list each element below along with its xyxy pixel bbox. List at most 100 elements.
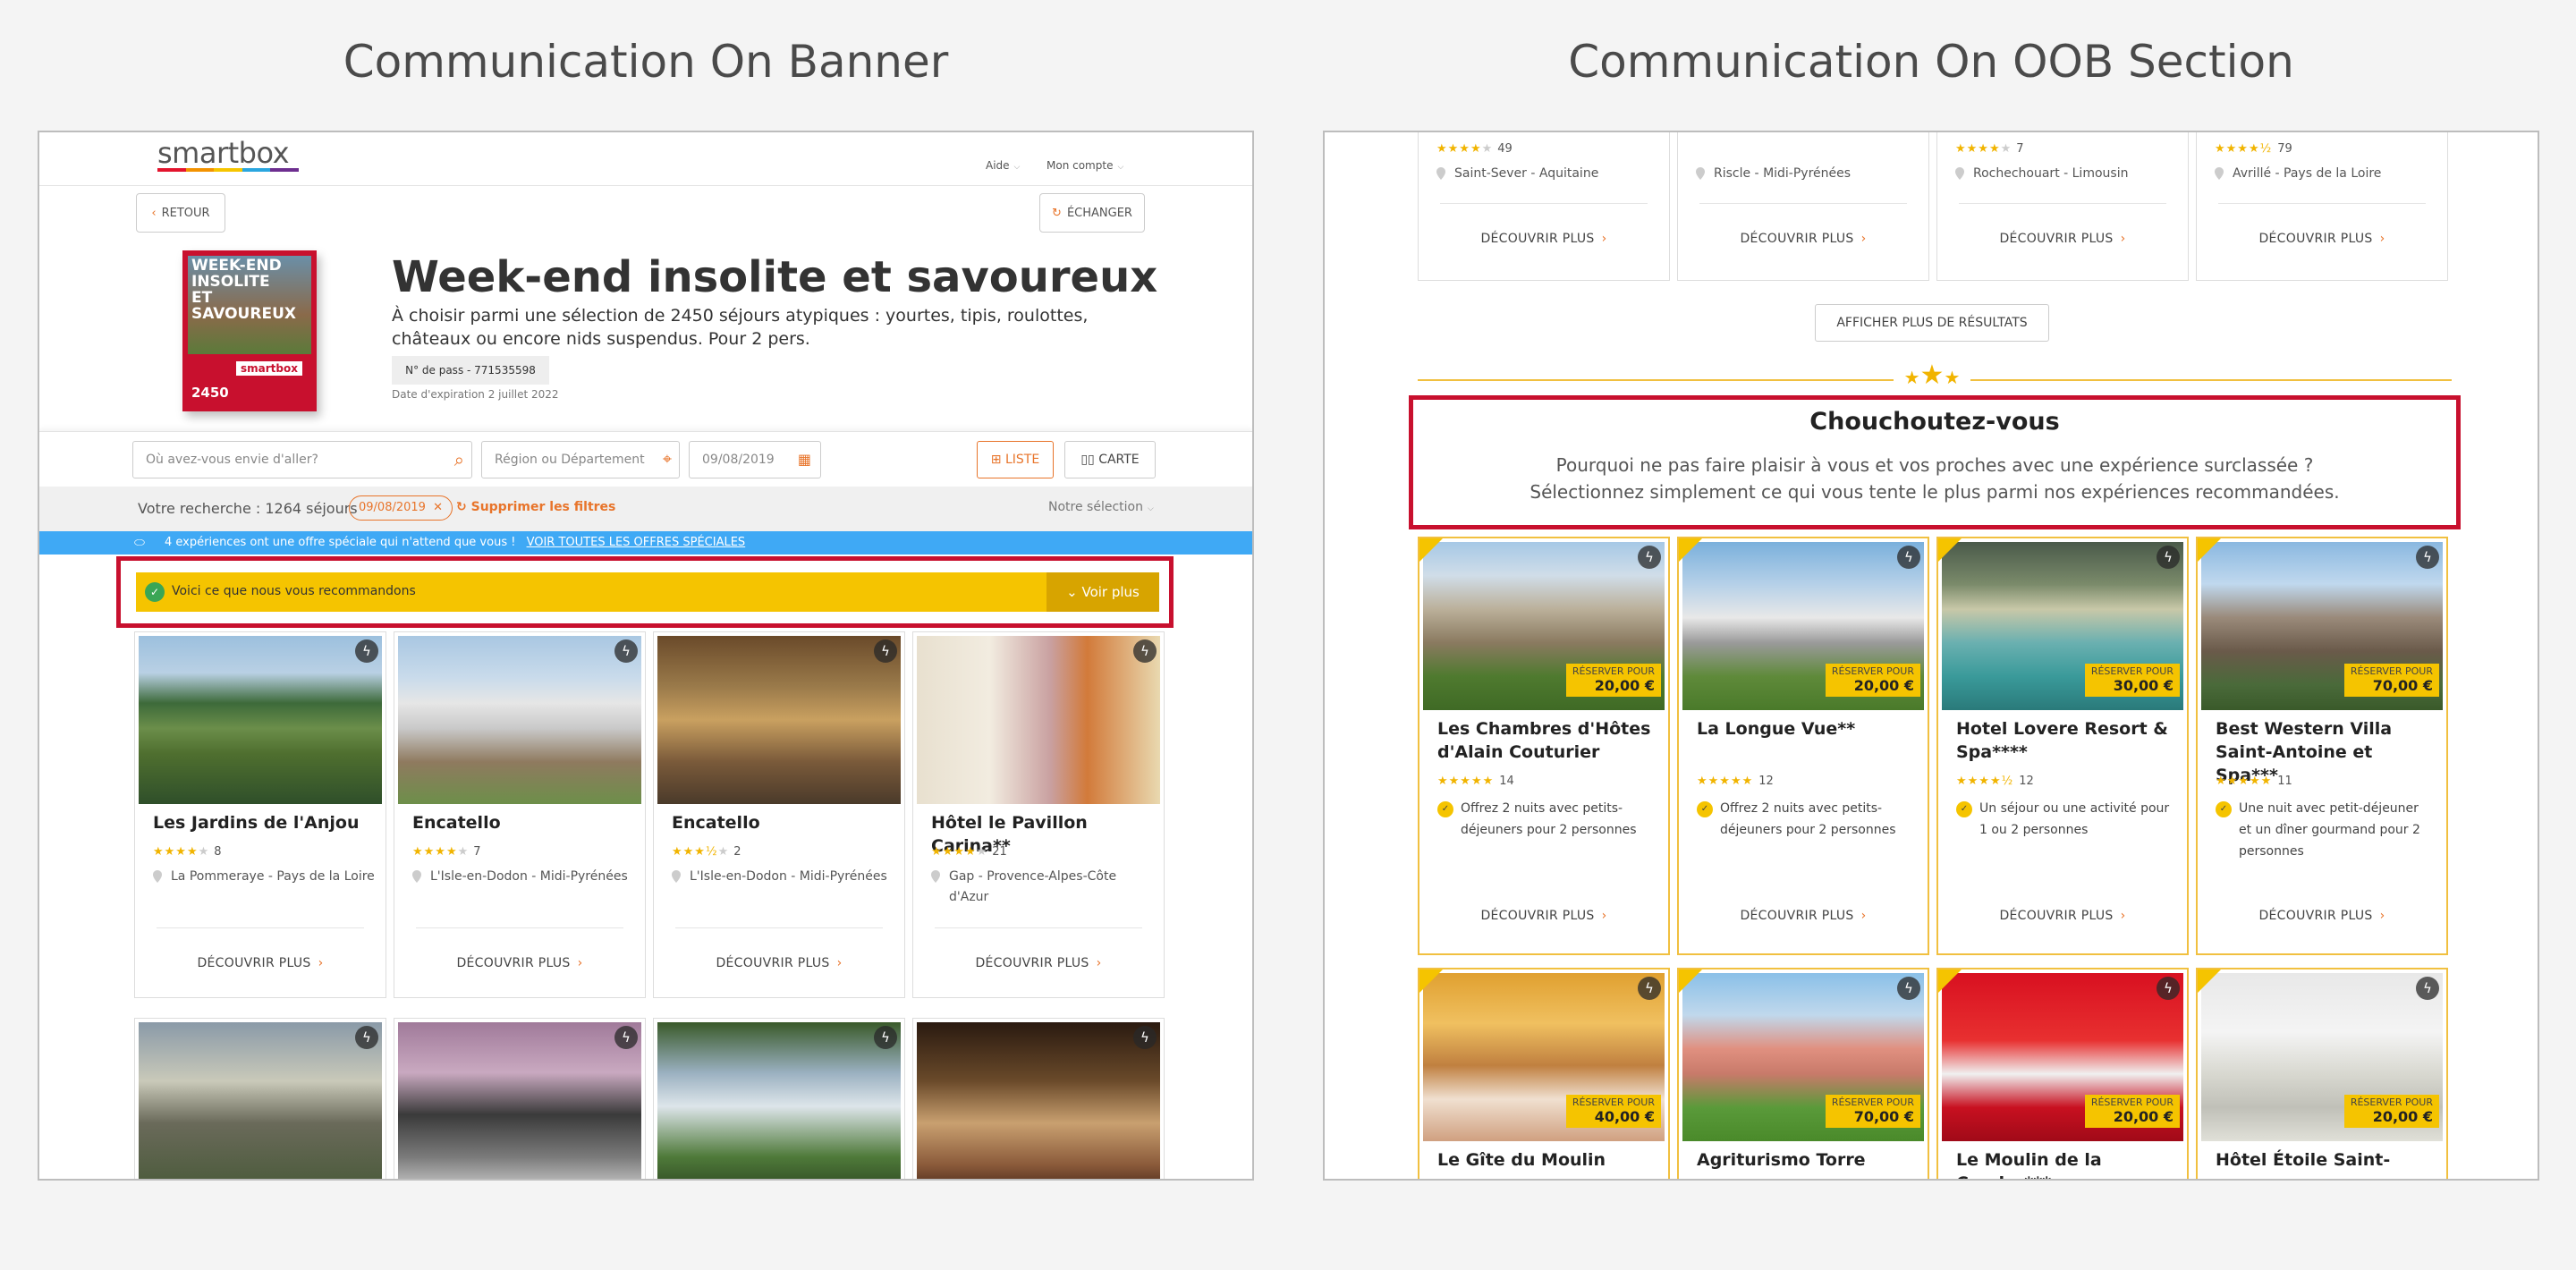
location-text: L'Isle-en-Dodon - Midi-Pyrénées	[690, 869, 887, 884]
offer-text: Offrez 2 nuits avec petits-déjeuners pou…	[1720, 801, 1896, 837]
nav-aide[interactable]: Aide ⌵	[986, 159, 1020, 172]
result-card[interactable]: Riscle - Midi-Pyrénées DÉCOUVRIR PLUS ›	[1677, 132, 1929, 281]
discover-link[interactable]: DÉCOUVRIR PLUS ›	[2197, 232, 2447, 246]
results-bar: Votre recherche : 1264 séjours 09/08/201…	[39, 487, 1252, 531]
star-rating: ★★★★★ 7	[1955, 142, 2024, 156]
card-title: Encatello	[672, 813, 760, 833]
chevron-right-icon: ›	[836, 956, 843, 970]
location: Avrillé - Pays de la Loire	[2215, 164, 2436, 184]
oob-card[interactable]: ϟ RÉSERVER POUR20,00 € Le Moulin de la C…	[1936, 968, 2189, 1179]
special-offers-link[interactable]: VOIR TOUTES LES OFFRES SPÉCIALES	[527, 536, 746, 549]
show-more-results-button[interactable]: AFFICHER PLUS DE RÉSULTATS	[1815, 304, 2049, 342]
discover-link[interactable]: DÉCOUVRIR PLUS ›	[2198, 909, 2446, 923]
result-card[interactable]: ϟ	[134, 1018, 386, 1179]
flash-icon: ϟ	[1897, 546, 1920, 569]
discover-label: DÉCOUVRIR PLUS	[1999, 909, 2114, 923]
sort-dropdown[interactable]: Notre sélection ⌵	[1048, 500, 1154, 514]
price-label: RÉSERVER POUR	[2350, 665, 2433, 677]
search-bar: Où avez-vous envie d'aller? ⌕ Région ou D…	[39, 431, 1252, 487]
map-view-button[interactable]: ▯▯ CARTE	[1064, 441, 1156, 478]
destination-input[interactable]: Où avez-vous envie d'aller? ⌕	[132, 441, 472, 478]
product-title: Week-end insolite et savoureux	[392, 252, 1158, 302]
price-badge: RÉSERVER POUR 20,00 €	[1565, 664, 1661, 697]
result-card[interactable]: ϟ Hôtel le Pavillon Carina** ★★★★★ 21 Gap…	[912, 631, 1165, 998]
offer-text: Une nuit avec petit-déjeuner et un dîner…	[2239, 801, 2420, 859]
flash-icon: ϟ	[614, 1026, 638, 1049]
destination-placeholder: Où avez-vous envie d'aller?	[146, 453, 318, 467]
date-input[interactable]: 09/08/2019 ▦	[689, 441, 821, 478]
chevron-right-icon: ›	[1601, 232, 1607, 246]
oob-screenshot: ★★★★★ 49 Saint-Sever - Aquitaine DÉCOUVRI…	[1323, 131, 2539, 1181]
location-pin-icon	[153, 870, 162, 883]
location-text: Gap - Provence-Alpes-Côte d'Azur	[949, 869, 1117, 904]
list-view-button[interactable]: ⊞ LISTE	[977, 441, 1054, 478]
result-card[interactable]: ϟ	[653, 1018, 905, 1179]
result-card[interactable]: ★★★★½ 79 Avrillé - Pays de la Loire DÉCOU…	[2196, 132, 2448, 281]
discover-link[interactable]: DÉCOUVRIR PLUS ›	[1679, 909, 1928, 923]
price-label: RÉSERVER POUR	[1572, 665, 1655, 677]
discover-link[interactable]: DÉCOUVRIR PLUS ›	[1938, 909, 2187, 923]
review-count: 8	[214, 845, 222, 859]
box-title-line2: ET SAVOUREUX	[191, 289, 296, 323]
chip-label: 09/08/2019	[359, 501, 426, 514]
close-icon[interactable]: ✕	[433, 501, 443, 514]
discover-link[interactable]: DÉCOUVRIR PLUS ›	[654, 956, 904, 970]
location: Saint-Sever - Aquitaine	[1436, 164, 1658, 184]
result-card[interactable]: ϟ Les Jardins de l'Anjou ★★★★★ 8 La Pomme…	[134, 631, 386, 998]
location: La Pommeraye - Pays de la Loire	[153, 867, 375, 887]
discover-link[interactable]: DÉCOUVRIR PLUS ›	[1678, 232, 1928, 246]
result-card[interactable]: ★★★★★ 49 Saint-Sever - Aquitaine DÉCOUVRI…	[1418, 132, 1670, 281]
review-count: 7	[2016, 142, 2024, 156]
oob-card[interactable]: ϟ RÉSERVER POUR 20,00 € Hôtel Étoile Sain…	[2196, 968, 2448, 1179]
star-rating: ★★★★½ 79	[2215, 142, 2292, 156]
discover-label: DÉCOUVRIR PLUS	[1480, 909, 1595, 923]
product-description: À choisir parmi une sélection de 2450 sé…	[392, 306, 1089, 349]
discover-link[interactable]: DÉCOUVRIR PLUS ›	[913, 956, 1164, 970]
discover-link[interactable]: DÉCOUVRIR PLUS ›	[1937, 232, 2188, 246]
oob-card[interactable]: ϟ RÉSERVER POUR 70,00 € Agriturismo Torre	[1677, 968, 1929, 1179]
discover-link[interactable]: DÉCOUVRIR PLUS ›	[1419, 909, 1668, 923]
location-text: La Pommeraye - Pays de la Loire	[171, 869, 375, 884]
discover-label: DÉCOUVRIR PLUS	[1740, 909, 1854, 923]
nav-mon-compte[interactable]: Mon compte ⌵	[1046, 159, 1123, 172]
card-photo	[398, 636, 641, 804]
premium-corner-badge	[2198, 538, 2221, 562]
logo-text: smartbox	[157, 136, 290, 170]
review-count: 12	[2019, 775, 2034, 788]
search-icon[interactable]: ⌕	[454, 442, 464, 478]
flash-icon: ϟ	[1638, 977, 1661, 1000]
exchange-button[interactable]: ↻ ÉCHANGER	[1039, 193, 1145, 233]
price-badge: RÉSERVER POUR 20,00 €	[2343, 1095, 2439, 1128]
discover-link[interactable]: DÉCOUVRIR PLUS ›	[1419, 232, 1669, 246]
card-photo	[917, 636, 1160, 804]
discover-link[interactable]: DÉCOUVRIR PLUS ›	[135, 956, 386, 970]
region-input[interactable]: Région ou Département ⌖	[481, 441, 680, 478]
oob-card[interactable]: ϟ RÉSERVER POUR 40,00 € Le Gîte du Moulin	[1418, 968, 1670, 1179]
result-card[interactable]: ★★★★★ 7 Rochechouart - Limousin DÉCOUVRIR…	[1936, 132, 2189, 281]
star-rating: ★★★★★ 49	[1436, 142, 1513, 156]
smartbox-logo[interactable]: smartbox	[157, 136, 299, 172]
flash-icon: ϟ	[1897, 977, 1920, 1000]
location: Rochechouart - Limousin	[1955, 164, 2177, 184]
flash-icon: ϟ	[2157, 546, 2180, 569]
discover-link[interactable]: DÉCOUVRIR PLUS ›	[394, 956, 645, 970]
result-card[interactable]: ϟ Encatello ★★★½★ 2 L'Isle-en-Dodon - Mid…	[653, 631, 905, 998]
offer-description: ✓ Offrez 2 nuits avec petits-déjeuners po…	[1697, 798, 1915, 841]
result-card[interactable]: ϟ Encatello ★★★★★ 7 L'Isle-en-Dodon - Mid…	[394, 631, 646, 998]
result-card[interactable]: ϟ	[394, 1018, 646, 1179]
card-title: Les Chambres d'Hôtes d'Alain Couturier	[1437, 719, 1651, 762]
pass-number: N° de pass - 771535598	[392, 356, 549, 385]
back-button[interactable]: ‹ RETOUR	[136, 193, 225, 233]
oob-card[interactable]: ϟ RÉSERVER POUR 20,00 € La Longue Vue** ★…	[1677, 537, 1929, 955]
date-filter-chip[interactable]: 09/08/2019 ✕	[349, 495, 453, 521]
premium-corner-badge	[1938, 969, 1962, 993]
oob-card[interactable]: ϟ RÉSERVER POUR 70,00 € Best Western Vill…	[2196, 537, 2448, 955]
oob-card[interactable]: ϟ RÉSERVER POUR 20,00 € Les Chambres d'Hô…	[1418, 537, 1670, 955]
oob-card[interactable]: ϟ RÉSERVER POUR 30,00 € Hotel Lovere Reso…	[1936, 537, 2189, 955]
clear-filters-link[interactable]: ↻ Supprimer les filtres	[456, 500, 615, 514]
discover-label: DÉCOUVRIR PLUS	[1740, 232, 1854, 246]
result-card[interactable]: ϟ	[912, 1018, 1165, 1179]
price-value: 20,00 €	[2113, 1108, 2174, 1125]
premium-corner-badge	[1419, 538, 1443, 562]
offer-description: ✓ Un séjour ou une activité pour 1 ou 2 p…	[1956, 798, 2174, 841]
